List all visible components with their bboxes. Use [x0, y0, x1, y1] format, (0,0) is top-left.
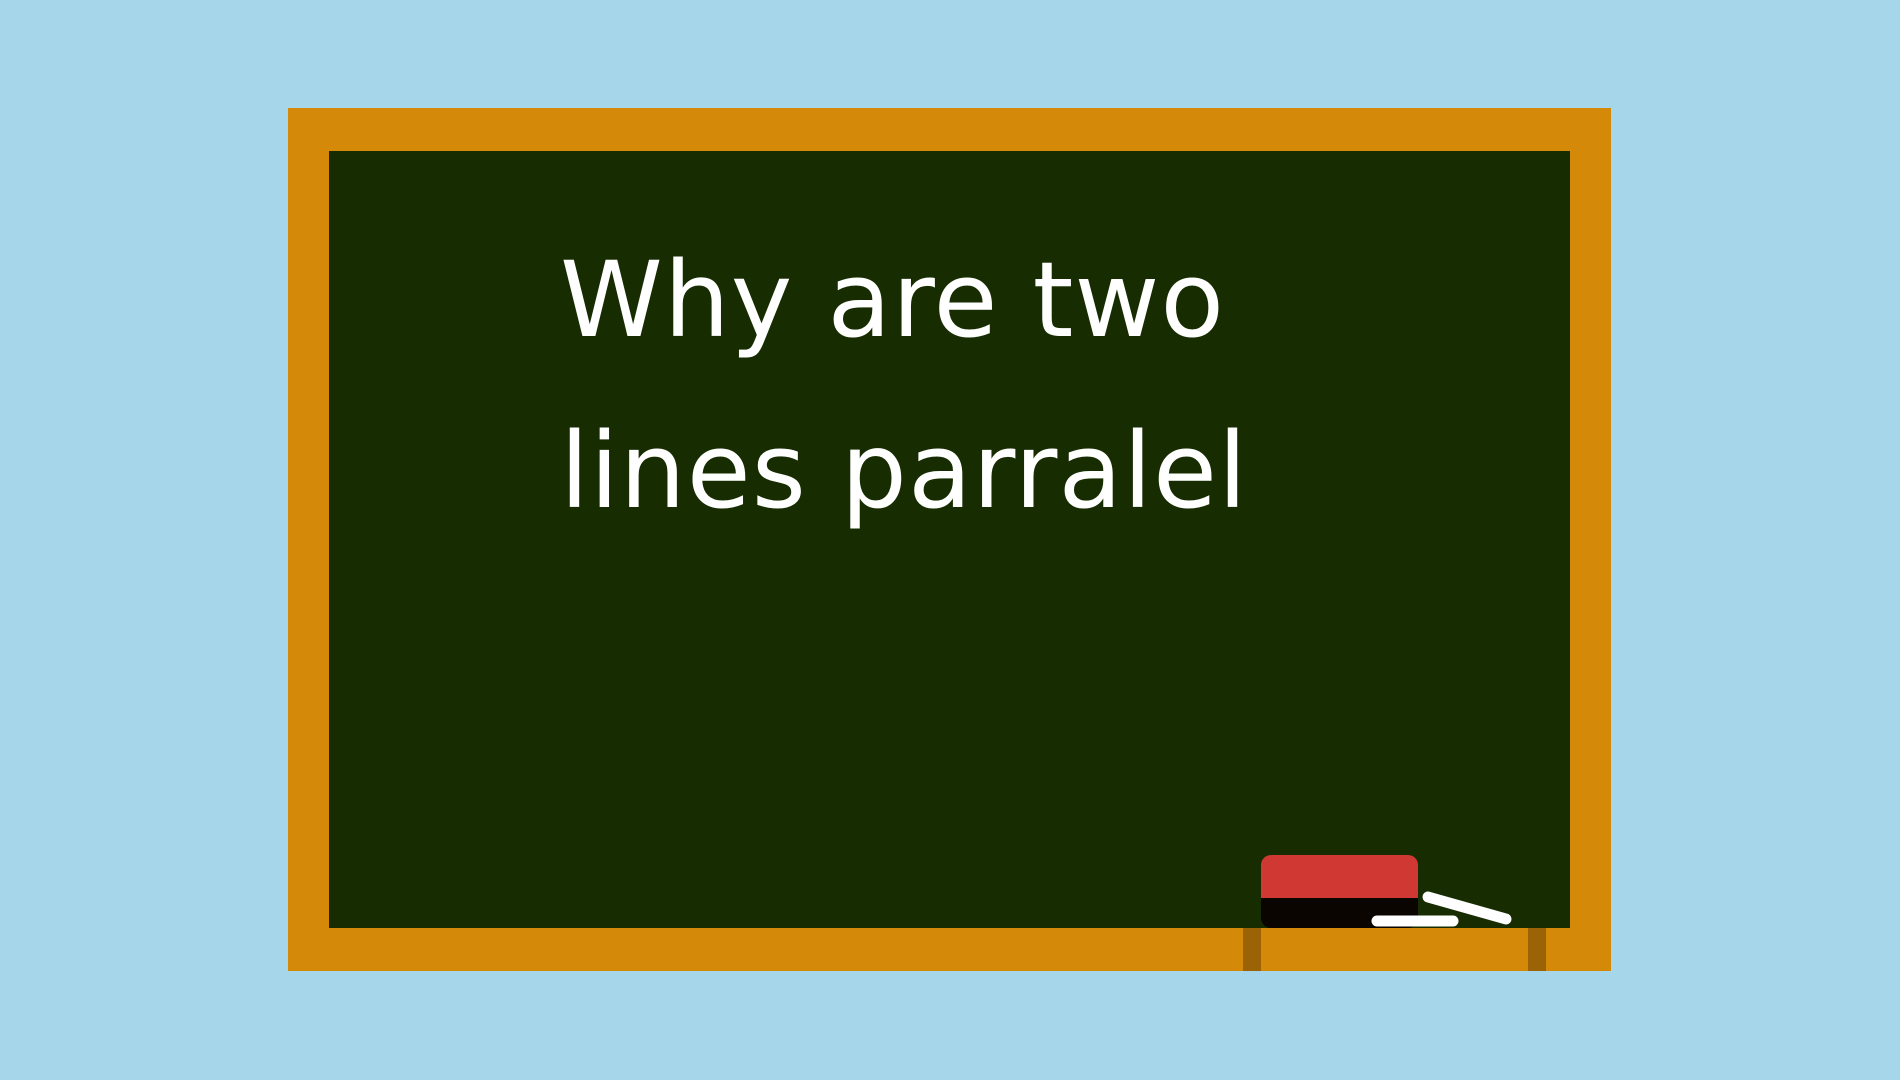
tray-bracket-left	[1243, 928, 1261, 971]
tray-bracket-right	[1528, 928, 1546, 971]
chalk-icon	[1371, 891, 1512, 927]
board-message: Why are two lines parralel	[560, 239, 1248, 532]
scene-background: Why are two lines parralel	[0, 0, 1900, 1080]
